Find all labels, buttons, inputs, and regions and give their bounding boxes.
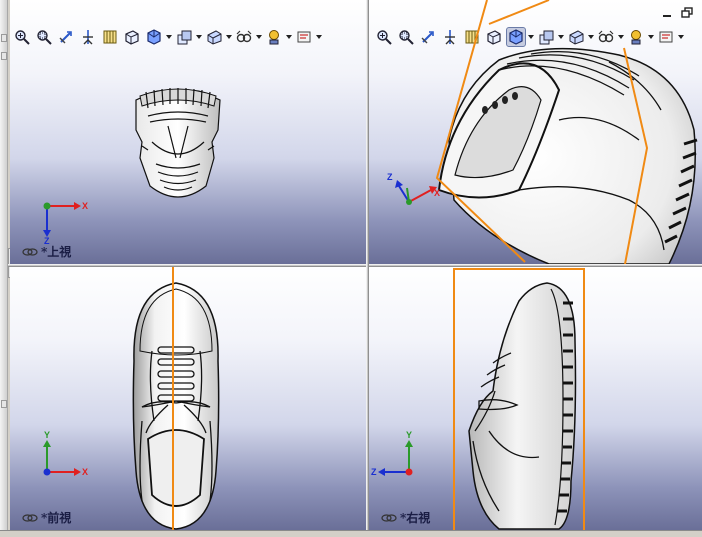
svg-text:Z: Z: [371, 467, 377, 477]
svg-text:Y: Y: [406, 430, 412, 440]
previous-view-icon[interactable]: [56, 27, 76, 47]
chevron-down-icon[interactable]: [256, 27, 262, 47]
view-name: *上視: [41, 245, 72, 259]
hide-show-items-icon[interactable]: [174, 27, 194, 47]
shoe-model-right-view: [459, 281, 579, 530]
shoe-model-isometric-view: [429, 0, 702, 264]
section-plane-line: [172, 267, 174, 530]
svg-text:X: X: [82, 201, 88, 211]
section-view-icon[interactable]: [78, 27, 98, 47]
viewport-right[interactable]: Z Y *右視: [369, 267, 702, 530]
zoom-to-fit-icon[interactable]: [12, 27, 32, 47]
view-name: *前視: [41, 511, 72, 525]
zoom-to-area-icon[interactable]: [396, 27, 416, 47]
chevron-down-icon[interactable]: [286, 27, 292, 47]
link-views-icon[interactable]: [22, 513, 38, 523]
coordinate-triad: X Y: [32, 427, 92, 487]
svg-text:X: X: [82, 467, 88, 477]
chevron-down-icon[interactable]: [166, 27, 172, 47]
view-label: *上視: [22, 243, 71, 260]
zoom-to-area-icon[interactable]: [34, 27, 54, 47]
view-label: *右視: [381, 509, 430, 526]
viewport-front[interactable]: X Y *前視: [10, 267, 366, 530]
edit-appearance-icon[interactable]: [204, 27, 224, 47]
left-panel-strip: [0, 0, 8, 537]
status-bar: [0, 530, 702, 537]
panel-tab[interactable]: [1, 400, 7, 408]
shoe-model-front-view: [128, 281, 224, 530]
view-name: *右視: [400, 511, 431, 525]
panel-tab[interactable]: [1, 52, 7, 60]
panel-tab[interactable]: [1, 34, 7, 42]
zoom-to-fit-icon[interactable]: [374, 27, 394, 47]
coordinate-triad: Z Y: [371, 427, 433, 487]
view-label: *前視: [22, 509, 71, 526]
coordinate-triad: X Z: [385, 168, 445, 228]
chevron-down-icon[interactable]: [316, 27, 322, 47]
chevron-down-icon[interactable]: [226, 27, 232, 47]
viewport-isometric[interactable]: X Z: [369, 0, 702, 264]
shoe-model-top-view: [128, 86, 228, 211]
svg-text:Z: Z: [387, 172, 393, 182]
link-views-icon[interactable]: [381, 513, 397, 523]
chevron-down-icon[interactable]: [196, 27, 202, 47]
display-style-icon[interactable]: [144, 27, 164, 47]
display-settings-icon[interactable]: [294, 27, 314, 47]
view-toolbar: [12, 26, 322, 48]
svg-text:Y: Y: [44, 430, 50, 440]
view-orientation-icon[interactable]: [122, 27, 142, 47]
dynamic-annotation-icon[interactable]: [100, 27, 120, 47]
link-views-icon[interactable]: [22, 247, 38, 257]
viewport-top[interactable]: X Z *上視: [10, 0, 366, 264]
apply-scene-icon[interactable]: [234, 27, 254, 47]
view-settings-icon[interactable]: [264, 27, 284, 47]
svg-text:X: X: [434, 188, 440, 198]
